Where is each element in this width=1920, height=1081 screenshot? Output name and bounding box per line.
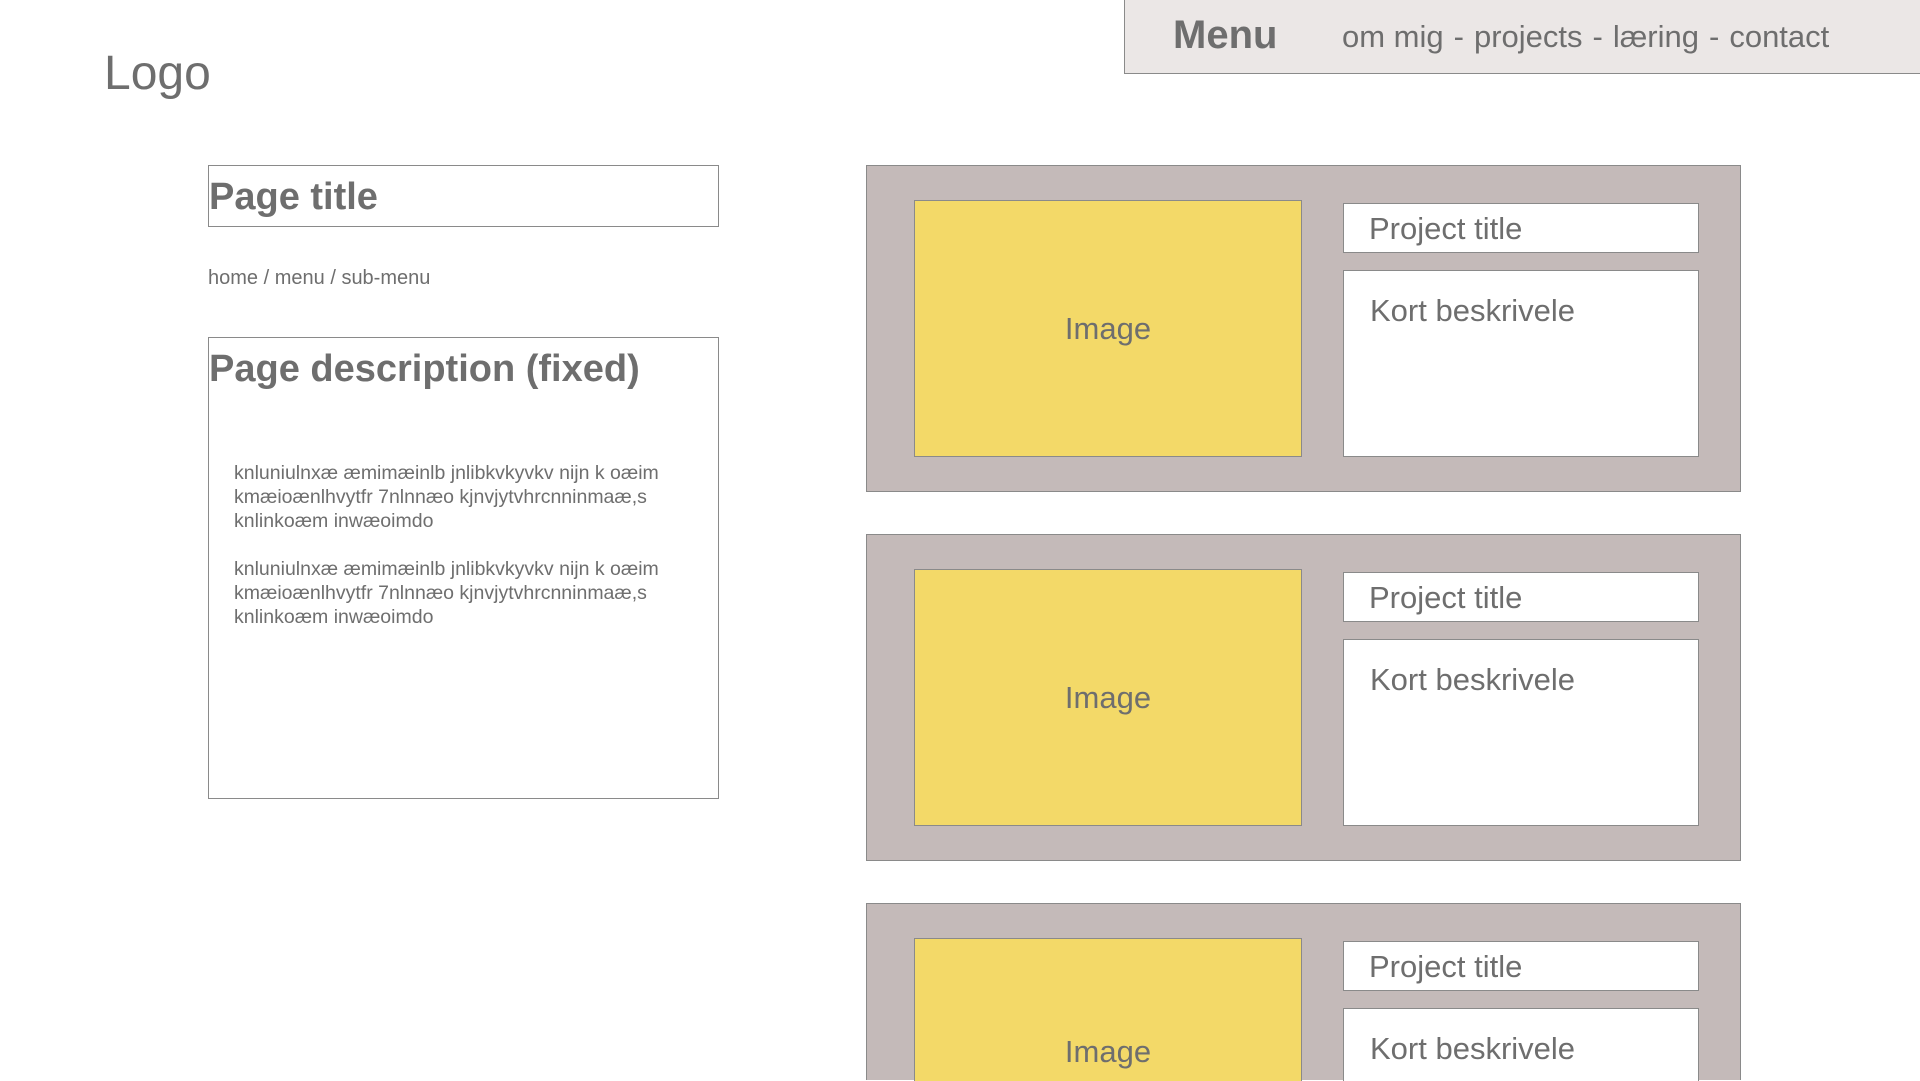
breadcrumb-separator: / [330,267,336,289]
menu-link-laering[interactable]: læring [1613,19,1699,54]
project-description-box: Kort beskrivele [1343,270,1699,457]
menu-link-projects[interactable]: projects [1474,19,1583,54]
project-title-box: Project title [1343,941,1699,991]
project-card[interactable]: Image Project title Kort beskrivele [866,534,1741,861]
project-description: Kort beskrivele [1370,293,1576,328]
menu-separator: - [1592,19,1603,54]
project-title-box: Project title [1343,572,1699,622]
menu-title: Menu [1173,13,1278,57]
project-description-box: Kort beskrivele [1343,1008,1699,1081]
project-image-label: Image [1064,679,1152,715]
menu-separator: - [1453,19,1464,54]
project-card[interactable]: Image Project title Kort beskrivele [866,165,1741,492]
project-title[interactable]: Project title [1369,211,1522,247]
menu-links: om mig - projects - læring - contact [1342,19,1829,55]
project-description: Kort beskrivele [1370,1031,1576,1066]
project-image-placeholder[interactable]: Image [914,938,1302,1081]
page-title: Page title [209,176,378,218]
project-image-placeholder[interactable]: Image [914,200,1302,457]
project-title[interactable]: Project title [1369,949,1522,985]
project-title[interactable]: Project title [1369,580,1522,616]
breadcrumb-home[interactable]: home [208,267,258,289]
breadcrumb-separator: / [263,267,270,289]
menu-link-om-mig[interactable]: om mig [1342,19,1444,54]
project-card[interactable]: Image Project title Kort beskrivele [866,903,1741,1081]
logo[interactable]: Logo [104,46,211,101]
project-description-box: Kort beskrivele [1343,639,1699,826]
page-description-paragraph: knluniulnxæ æmimæinlb jnlibkvkyvkv nijn … [234,558,659,628]
breadcrumb-sub-menu[interactable]: sub-menu [341,267,430,289]
project-description: Kort beskrivele [1370,662,1576,697]
page-description-paragraph: knluniulnxæ æmimæinlb jnlibkvkyvkv nijn … [234,462,659,532]
project-image-label: Image [1064,310,1152,346]
project-image-label: Image [1064,1034,1152,1069]
menu-separator: - [1709,19,1720,54]
page-title-box: Page title [208,165,719,227]
menu-link-contact[interactable]: contact [1729,19,1829,54]
breadcrumb-menu[interactable]: menu [275,267,325,289]
project-title-box: Project title [1343,203,1699,253]
breadcrumb: home / menu / sub-menu [208,267,430,290]
project-image-placeholder[interactable]: Image [914,569,1302,826]
page-description-box: Page description (fixed) knluniulnxæ æmi… [208,337,719,799]
main-menu: Menu om mig - projects - læring - contact [1124,0,1920,74]
page-description-heading: Page description (fixed) [209,348,640,390]
